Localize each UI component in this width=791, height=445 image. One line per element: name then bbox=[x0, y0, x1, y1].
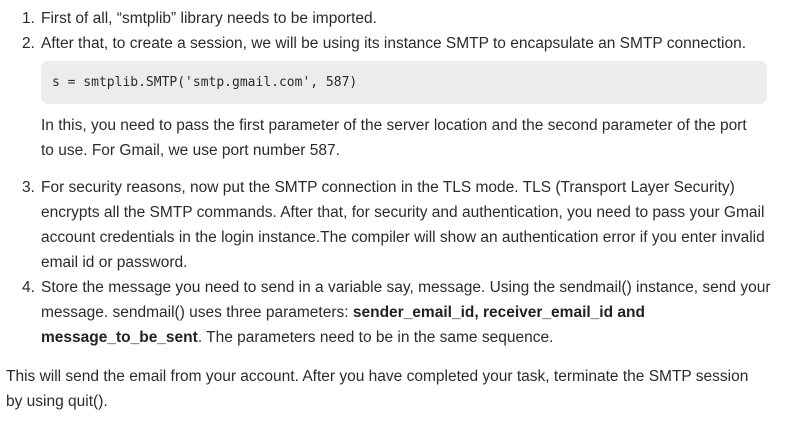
step-2-note: In this, you need to pass the first para… bbox=[41, 117, 747, 159]
article-content: 1. First of all, “smtplib” library needs… bbox=[0, 0, 791, 414]
steps-list: 1. First of all, “smtplib” library needs… bbox=[0, 6, 791, 350]
step-1: 1. First of all, “smtplib” library needs… bbox=[0, 6, 791, 31]
step-3: 3. For security reasons, now put the SMT… bbox=[0, 175, 791, 275]
step-number: 2. bbox=[22, 35, 35, 52]
step-number: 4. bbox=[22, 279, 35, 296]
closing-paragraph: This will send the email from your accou… bbox=[6, 368, 749, 410]
step-text-after: . The parameters need to be in the same … bbox=[197, 329, 554, 346]
step-2: 2. After that, to create a session, we w… bbox=[0, 31, 791, 56]
step-4: 4. Store the message you need to send in… bbox=[0, 275, 791, 350]
code-block[interactable]: s = smtplib.SMTP('smtp.gmail.com', 587) bbox=[41, 61, 767, 104]
step-number: 1. bbox=[22, 10, 35, 27]
step-text: For security reasons, now put the SMTP c… bbox=[41, 179, 765, 271]
step-text: First of all, “smtplib” library needs to… bbox=[41, 10, 377, 27]
step-number: 3. bbox=[22, 179, 35, 196]
step-text: After that, to create a session, we will… bbox=[41, 35, 747, 52]
